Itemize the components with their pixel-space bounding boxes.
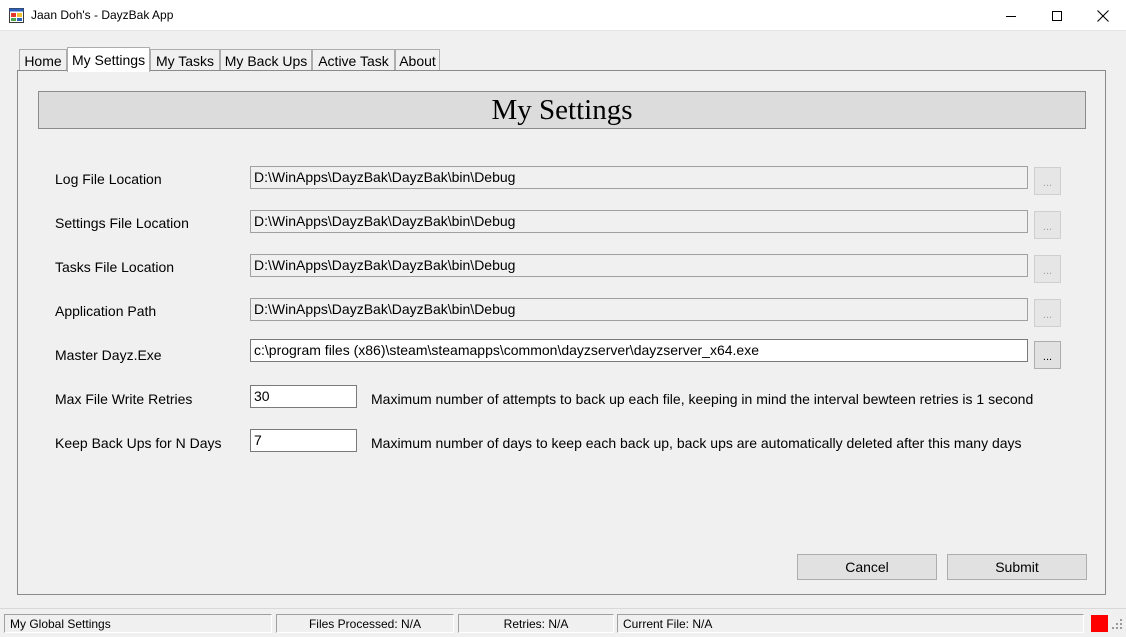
tasks-file-field[interactable]: D:\WinApps\DayzBak\DayzBak\bin\Debug	[250, 254, 1028, 277]
application-path-label: Application Path	[55, 303, 157, 319]
tab-active-task[interactable]: Active Task	[312, 49, 395, 71]
close-icon	[1097, 9, 1109, 22]
settings-file-browse-button[interactable]: ...	[1034, 211, 1061, 239]
log-file-label: Log File Location	[55, 171, 162, 187]
max-retries-hint: Maximum number of attempts to back up ea…	[371, 391, 1034, 407]
log-file-browse-button[interactable]: ...	[1034, 167, 1061, 195]
maximize-icon	[1052, 10, 1062, 21]
status-indicator	[1091, 615, 1108, 632]
status-bar: My Global Settings Files Processed: N/A …	[0, 608, 1126, 637]
settings-file-label: Settings File Location	[55, 215, 189, 231]
tab-my-settings[interactable]: My Settings	[67, 47, 150, 72]
status-current-file: Current File: N/A	[617, 614, 1084, 633]
settings-file-field[interactable]: D:\WinApps\DayzBak\DayzBak\bin\Debug	[250, 210, 1028, 233]
minimize-icon	[1006, 15, 1016, 17]
application-path-field[interactable]: D:\WinApps\DayzBak\DayzBak\bin\Debug	[250, 298, 1028, 321]
status-section: My Global Settings	[4, 614, 272, 633]
tasks-file-browse-button[interactable]: ...	[1034, 255, 1061, 283]
window-title: Jaan Doh's - DayzBak App	[31, 8, 174, 22]
tab-home[interactable]: Home	[19, 49, 67, 71]
max-retries-label: Max File Write Retries	[55, 391, 193, 407]
title-bar: Jaan Doh's - DayzBak App	[0, 0, 1126, 31]
maximize-button[interactable]	[1034, 0, 1080, 31]
page-title: My Settings	[38, 91, 1086, 129]
status-files-processed: Files Processed: N/A	[276, 614, 454, 633]
resize-grip-icon[interactable]	[1110, 617, 1124, 631]
master-exe-field[interactable]: c:\program files (x86)\steam\steamapps\c…	[250, 339, 1028, 362]
tasks-file-label: Tasks File Location	[55, 259, 175, 275]
keep-days-input[interactable]: 7	[250, 429, 357, 452]
status-retries: Retries: N/A	[458, 614, 614, 633]
close-button[interactable]	[1080, 0, 1126, 31]
app-icon	[9, 8, 24, 23]
tab-my-back-ups[interactable]: My Back Ups	[220, 49, 312, 71]
cancel-button[interactable]: Cancel	[797, 554, 937, 580]
master-exe-browse-button[interactable]: ...	[1034, 341, 1061, 369]
tab-my-tasks[interactable]: My Tasks	[150, 49, 220, 71]
submit-button[interactable]: Submit	[947, 554, 1087, 580]
log-file-field[interactable]: D:\WinApps\DayzBak\DayzBak\bin\Debug	[250, 166, 1028, 189]
minimize-button[interactable]	[988, 0, 1034, 31]
tab-about[interactable]: About	[395, 49, 440, 71]
application-path-browse-button[interactable]: ...	[1034, 299, 1061, 327]
master-exe-label: Master Dayz.Exe	[55, 347, 162, 363]
settings-panel: My Settings Log File Location D:\WinApps…	[17, 70, 1106, 595]
keep-days-label: Keep Back Ups for N Days	[55, 435, 222, 451]
keep-days-hint: Maximum number of days to keep each back…	[371, 435, 1022, 451]
max-retries-input[interactable]: 30	[250, 385, 357, 408]
